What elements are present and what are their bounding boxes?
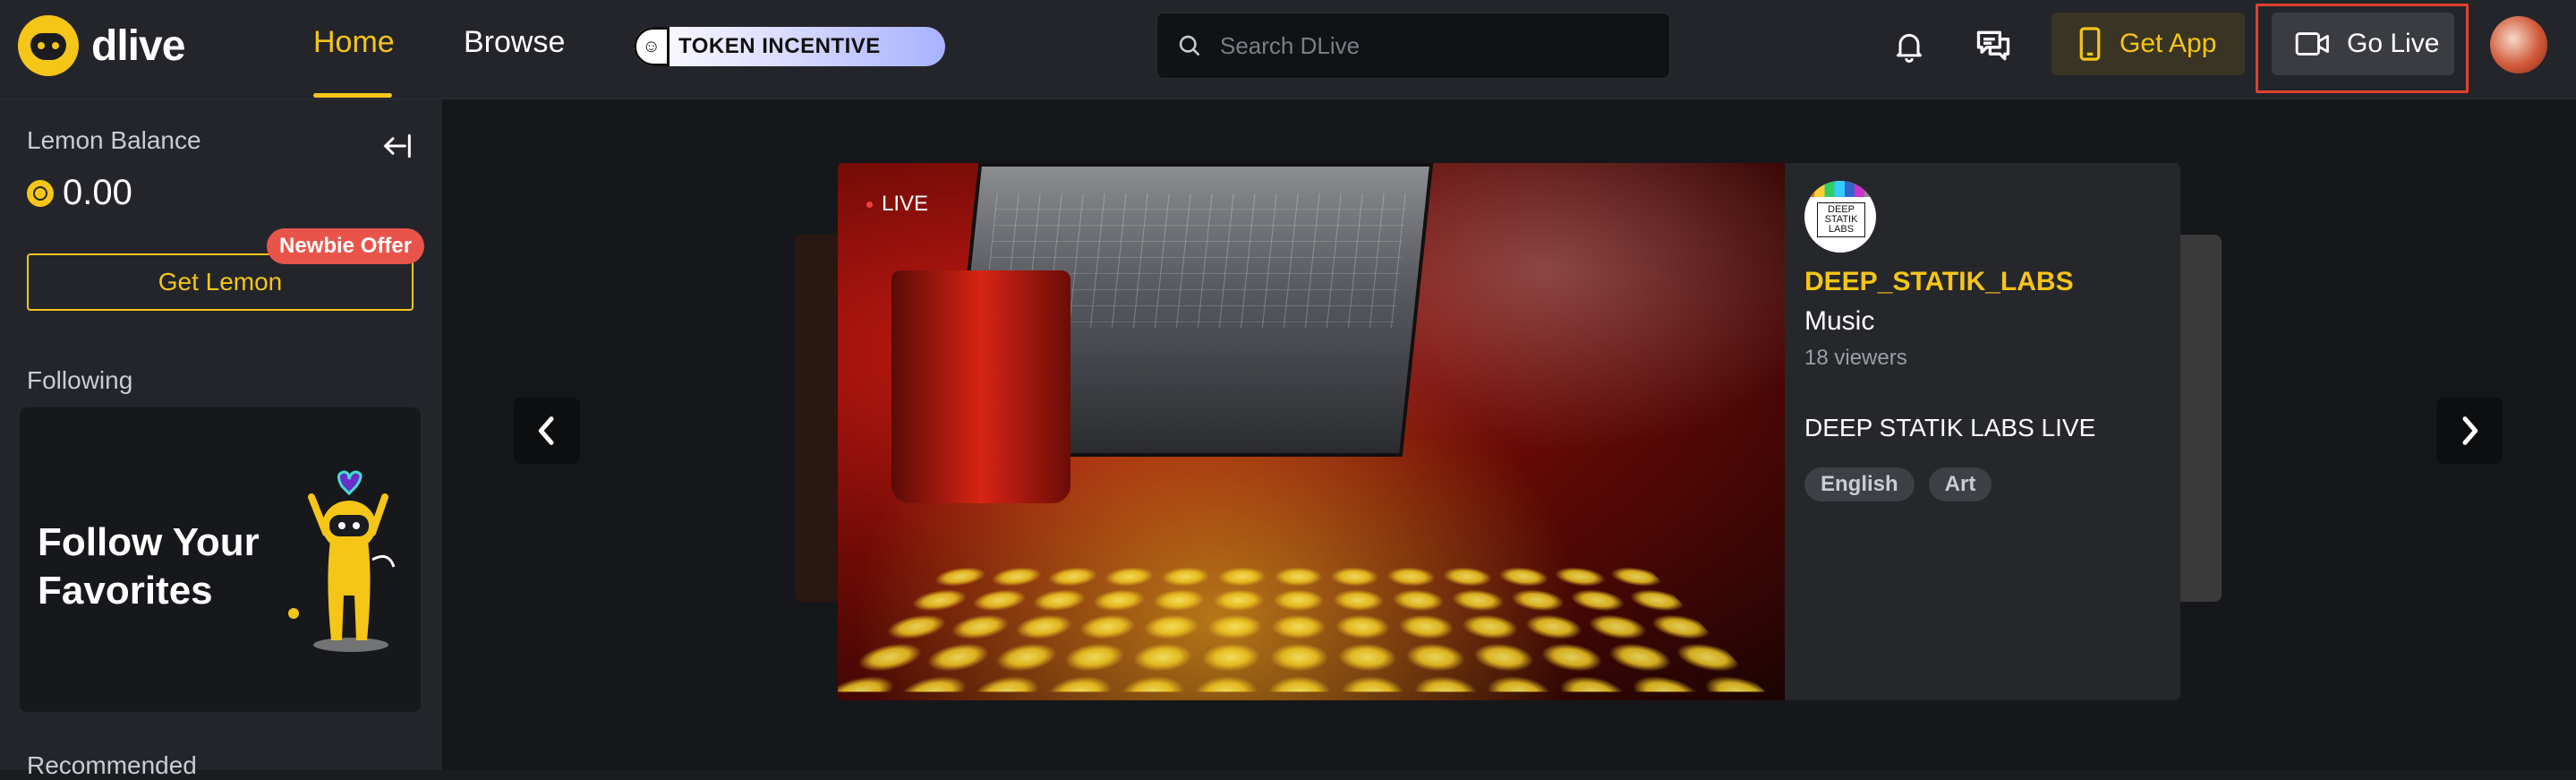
dlive-logo-icon xyxy=(18,15,79,76)
token-incentive-banner[interactable]: ☺ TOKEN INCENTIVE xyxy=(634,27,945,66)
stream-category[interactable]: Music xyxy=(1804,306,1874,337)
notifications-button[interactable] xyxy=(1887,23,1932,68)
newbie-offer-label: Newbie Offer xyxy=(279,234,412,259)
channel-name[interactable]: DEEP_STATIK_LABS xyxy=(1804,267,2074,297)
live-dot-icon xyxy=(866,201,873,208)
get-app-label: Get App xyxy=(2120,29,2216,59)
lemon-balance: 0.00 xyxy=(27,173,132,213)
token-incentive-label: TOKEN INCENTIVE xyxy=(678,34,881,59)
chevron-left-icon xyxy=(533,413,560,449)
phone-icon xyxy=(2078,26,2102,62)
token-incentive-icon: ☺ xyxy=(634,27,670,66)
go-live-button[interactable]: Go Live xyxy=(2272,13,2454,75)
search-bar[interactable] xyxy=(1156,13,1670,79)
nav-home-link[interactable]: Home xyxy=(313,25,395,60)
search-input[interactable] xyxy=(1218,31,1633,61)
chat-icon xyxy=(1974,26,2013,65)
messages-button[interactable] xyxy=(1971,23,2016,68)
mascot-illustration xyxy=(279,461,414,658)
follow-favorites-text: Follow Your Favorites xyxy=(38,519,306,615)
balance-value: 0.00 xyxy=(63,173,132,213)
top-navigation-bar: dlive Home Browse ☺ TOKEN INCENTIVE Get … xyxy=(0,0,2576,99)
stream-tags: English Art xyxy=(1804,467,1992,501)
featured-stream-card[interactable]: LIVE DEEP STATIK LABS DEEP_STATIK_LABS M… xyxy=(838,163,2180,700)
user-avatar[interactable] xyxy=(2490,16,2547,73)
chevron-right-icon xyxy=(2456,413,2483,449)
recommended-label: Recommended xyxy=(27,751,197,780)
stream-preview[interactable]: LIVE xyxy=(838,163,1785,700)
lemon-balance-label: Lemon Balance xyxy=(27,126,201,155)
bell-icon xyxy=(1891,28,1927,64)
follow-favorites-card: Follow Your Favorites xyxy=(20,407,421,712)
carousel-next-button[interactable] xyxy=(2436,398,2503,464)
nav-browse-link[interactable]: Browse xyxy=(464,25,565,60)
sidebar: Lemon Balance 0.00 Get Lemon Newbie Offe… xyxy=(0,99,442,770)
carousel-prev-button[interactable] xyxy=(514,398,580,464)
get-lemon-label: Get Lemon xyxy=(158,268,283,296)
dlive-logo[interactable]: dlive xyxy=(18,14,184,77)
get-app-button[interactable]: Get App xyxy=(2051,13,2245,75)
viewer-count: 18 viewers xyxy=(1804,346,1907,371)
tag-art[interactable]: Art xyxy=(1929,467,1992,501)
live-label: LIVE xyxy=(882,192,928,217)
channel-avatar[interactable]: DEEP STATIK LABS xyxy=(1804,181,1876,253)
channel-avatar-text: DEEP STATIK LABS xyxy=(1817,202,1865,237)
stream-info-panel: DEEP STATIK LABS DEEP_STATIK_LABS Music … xyxy=(1785,163,2180,700)
newbie-offer-badge: Newbie Offer xyxy=(267,228,424,264)
lemon-coin-icon xyxy=(27,180,54,207)
camera-icon xyxy=(2295,30,2331,57)
brand-name: dlive xyxy=(91,21,184,71)
collapse-left-icon[interactable] xyxy=(380,128,415,164)
go-live-label: Go Live xyxy=(2347,29,2439,59)
nav-active-indicator xyxy=(313,93,392,98)
tag-english[interactable]: English xyxy=(1804,467,1915,501)
search-icon xyxy=(1177,33,1202,58)
stream-title: DEEP STATIK LABS LIVE xyxy=(1804,414,2095,442)
live-badge: LIVE xyxy=(866,192,928,217)
following-label: Following xyxy=(27,366,132,395)
